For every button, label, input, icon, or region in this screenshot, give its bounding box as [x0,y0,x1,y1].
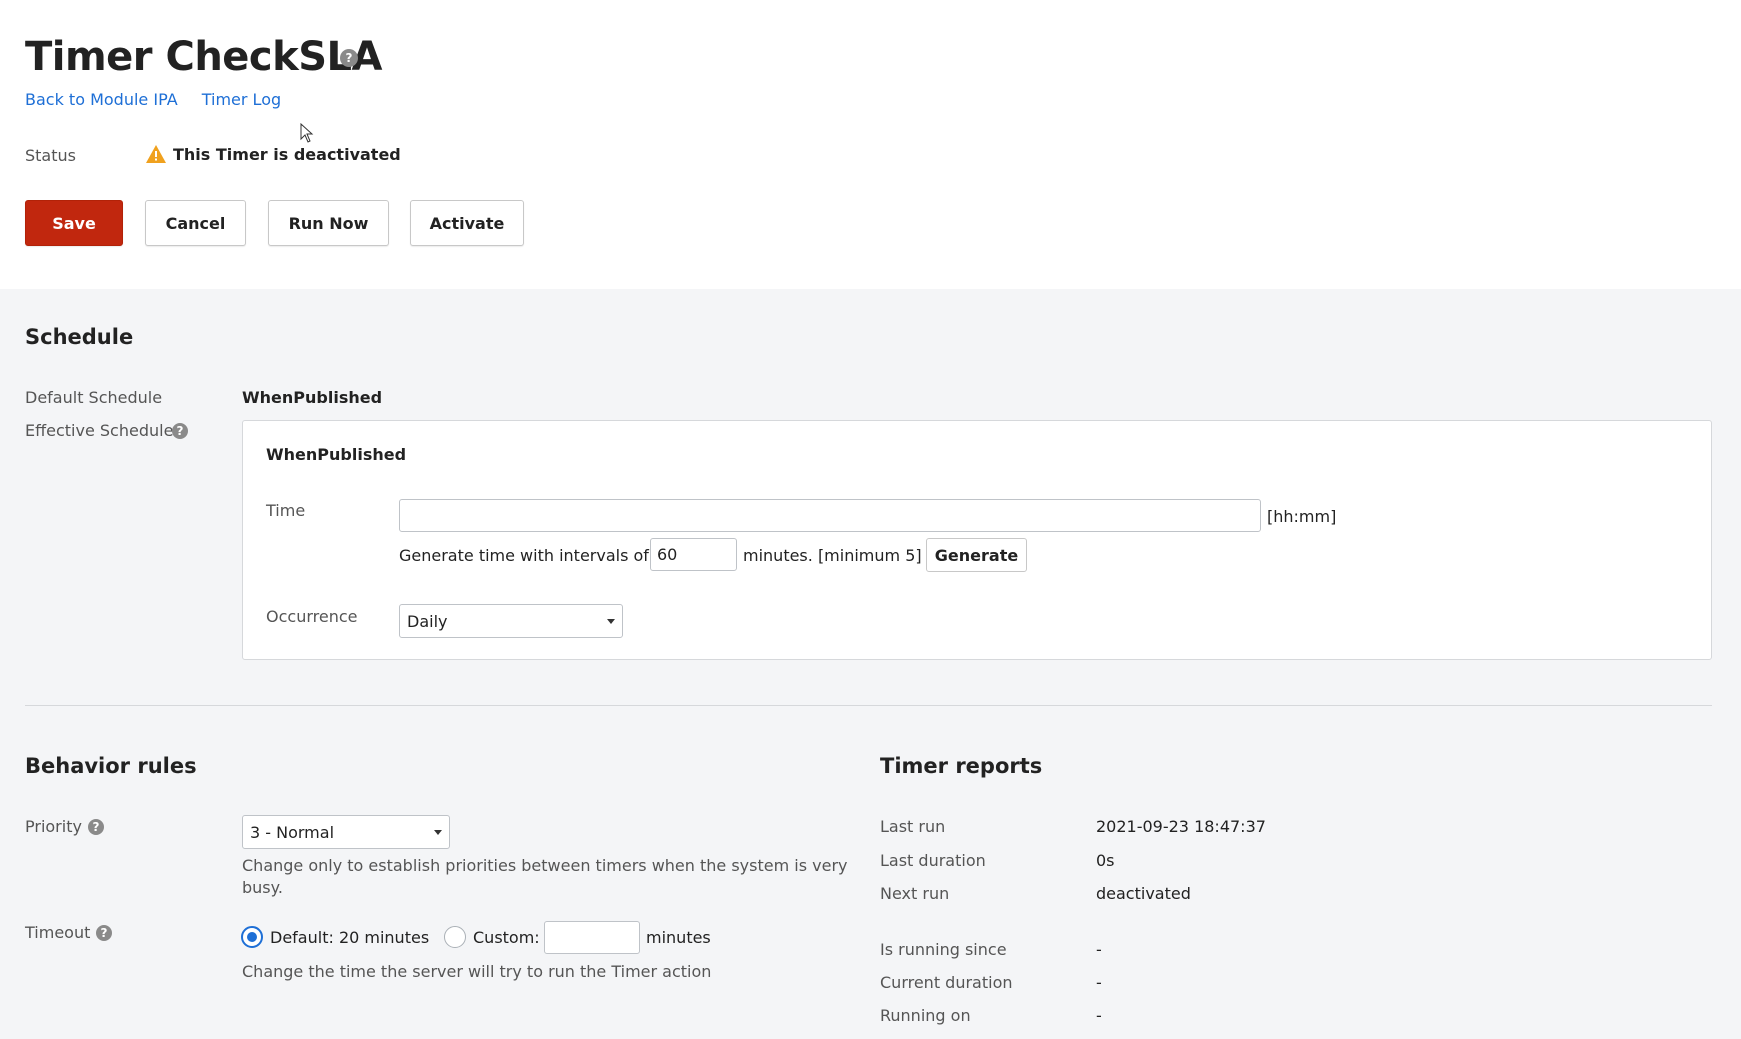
timeout-custom-input[interactable] [544,921,640,954]
timeout-unit: minutes [646,928,711,947]
schedule-title: Schedule [25,325,134,349]
effective-schedule-label: Effective Schedule [25,421,174,440]
chevron-down-icon [434,829,442,835]
timer-log-link[interactable]: Timer Log [202,90,281,109]
last-run-label: Last run [880,817,946,836]
timeout-default-label: Default: 20 minutes [270,928,430,947]
timeout-custom-label: Custom: [473,928,540,947]
priority-hint-line2: busy. [242,878,283,897]
occurrence-label: Occurrence [266,607,358,626]
time-unit: [hh:mm] [1267,507,1337,526]
effective-schedule-panel: WhenPublished Time [hh:mm] Generate time… [242,420,1712,660]
priority-hint-line1: Change only to establish priorities betw… [242,856,848,875]
default-schedule-value: WhenPublished [242,388,383,407]
interval-prefix: Generate time with intervals of [399,546,649,565]
help-icon[interactable]: ? [96,925,112,941]
current-duration-label: Current duration [880,973,1013,992]
running-since-value: - [1096,940,1102,959]
help-icon[interactable]: ? [88,819,104,835]
timeout-custom-radio[interactable] [444,926,466,948]
mouse-cursor-icon [300,123,314,143]
cancel-button[interactable]: Cancel [145,200,246,246]
occurrence-select[interactable]: Daily [399,604,623,638]
chevron-down-icon [607,618,615,624]
default-schedule-label: Default Schedule [25,388,163,407]
time-label: Time [266,501,306,520]
status-value: This Timer is deactivated [145,144,401,164]
occurrence-value: Daily [407,611,448,631]
next-run-value: deactivated [1096,884,1191,903]
timer-reports-title: Timer reports [880,754,1043,778]
save-button[interactable]: Save [25,200,123,246]
page-title: Timer CheckSLA [25,34,382,80]
running-since-label: Is running since [880,940,1007,959]
running-on-value: - [1096,1006,1102,1025]
running-on-label: Running on [880,1006,971,1025]
next-run-label: Next run [880,884,950,903]
help-icon[interactable]: ? [340,49,358,67]
last-duration-label: Last duration [880,851,986,870]
timeout-default-radio[interactable] [241,926,263,948]
priority-value: 3 - Normal [250,822,335,842]
priority-select[interactable]: 3 - Normal [242,815,450,849]
warning-icon [146,145,166,163]
schedule-box-title: WhenPublished [266,445,407,464]
timeout-label: Timeout [25,923,91,942]
timeout-hint: Change the time the server will try to r… [242,962,712,981]
activate-button[interactable]: Activate [410,200,524,246]
status-text: This Timer is deactivated [173,144,401,164]
last-duration-value: 0s [1096,851,1115,870]
current-duration-value: - [1096,973,1102,992]
interval-suffix: minutes. [minimum 5] [743,546,922,565]
priority-label: Priority [25,817,82,836]
behavior-rules-title: Behavior rules [25,754,197,778]
generate-button[interactable]: Generate [926,538,1027,572]
interval-input[interactable] [650,538,737,571]
status-label: Status [25,146,76,165]
help-icon[interactable]: ? [172,423,188,439]
divider [25,705,1712,706]
run-now-button[interactable]: Run Now [268,200,389,246]
last-run-value: 2021-09-23 18:47:37 [1096,817,1266,836]
header-links: Back to Module IPA Timer Log [25,90,300,109]
header-area: Timer CheckSLA ? Back to Module IPA Time… [0,0,1741,289]
back-to-module-link[interactable]: Back to Module IPA [25,90,178,109]
time-input[interactable] [399,499,1261,532]
